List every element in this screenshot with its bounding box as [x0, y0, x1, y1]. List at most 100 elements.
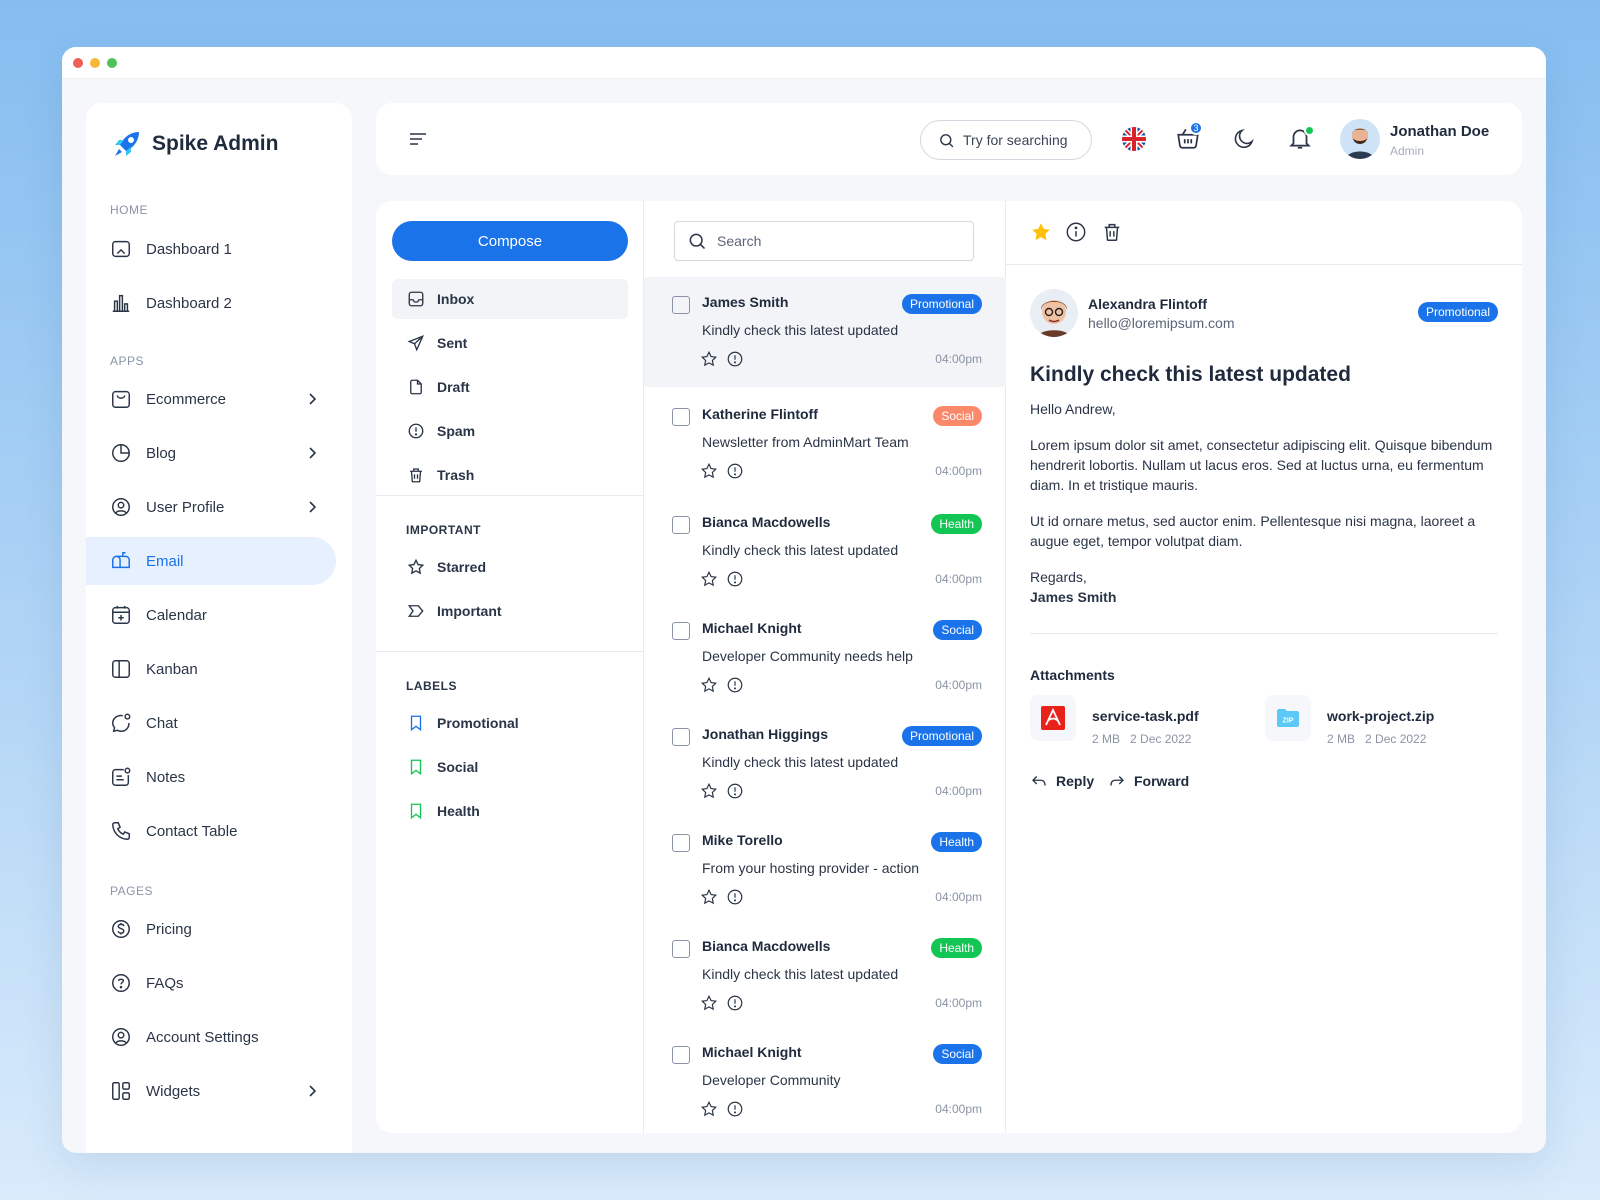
attachment-pdf[interactable] [1030, 695, 1076, 741]
sidebar-item-user-profile[interactable]: User Profile [86, 483, 336, 531]
mail-sender: Bianca Macdowells [702, 514, 831, 530]
sidebar-item-chat[interactable]: Chat [86, 699, 336, 747]
mail-time: 04:00pm [935, 572, 982, 586]
alert-icon[interactable] [726, 676, 744, 694]
uk-flag-icon[interactable] [1121, 126, 1147, 152]
mail-checkbox[interactable] [672, 940, 690, 958]
star-icon[interactable] [700, 462, 718, 480]
email-signature: James Smith [1030, 589, 1117, 605]
bookmark-icon [410, 759, 422, 776]
mail-list-item[interactable]: Jonathan Higgings Promotional Kindly che… [644, 709, 1006, 815]
folder-inbox[interactable]: Inbox [392, 279, 628, 319]
sidebar-item-ecommerce[interactable]: Ecommerce [86, 375, 336, 423]
mail-checkbox[interactable] [672, 516, 690, 534]
alert-icon[interactable] [726, 570, 744, 588]
sidebar-item-blog[interactable]: Blog [86, 429, 336, 477]
alert-icon[interactable] [726, 888, 744, 906]
sidebar-item-kanban[interactable]: Kanban [86, 645, 336, 693]
sidebar-item-faqs[interactable]: FAQs [86, 959, 336, 1007]
attachment-name[interactable]: service-task.pdf [1092, 708, 1199, 724]
mail-list-item[interactable]: Katherine Flintoff Social Newsletter fro… [644, 389, 1006, 495]
attachment-meta: 2 MB 2 Dec 2022 [1092, 732, 1192, 746]
detail-toolbar [1006, 201, 1522, 265]
sidebar-item-dashboard-1[interactable]: Dashboard 1 [86, 225, 336, 273]
cart-button[interactable]: 3 [1175, 121, 1205, 155]
mail-list-item[interactable]: Bianca Macdowells Health Kindly check th… [644, 921, 1006, 1027]
sidebar-item-pricing[interactable]: Pricing [86, 905, 336, 953]
mail-tag: Social [933, 1044, 982, 1064]
folder-starred[interactable]: Starred [392, 547, 628, 587]
alert-icon[interactable] [726, 1100, 744, 1118]
alert-icon[interactable] [726, 994, 744, 1012]
attachment-name[interactable]: work-project.zip [1327, 708, 1434, 724]
mail-list-item[interactable]: James Smith Promotional Kindly check thi… [644, 277, 1006, 387]
alert-icon[interactable] [726, 782, 744, 800]
sender-email[interactable]: hello@loremipsum.com [1088, 315, 1234, 331]
star-icon[interactable] [700, 994, 718, 1012]
mail-list-item[interactable]: Bianca Macdowells Health Kindly check th… [644, 497, 1006, 603]
folder-important[interactable]: Important [392, 591, 628, 631]
trash-icon[interactable] [1101, 221, 1123, 243]
window-titlebar [62, 47, 1546, 79]
mail-subject: Kindly check this latest updated [702, 322, 899, 338]
sidebar-item-notes[interactable]: Notes [86, 753, 336, 801]
folder-trash[interactable]: Trash [392, 455, 628, 495]
mail-checkbox[interactable] [672, 622, 690, 640]
reply-button[interactable]: Reply [1030, 772, 1094, 790]
alert-icon[interactable] [726, 350, 744, 368]
sidebar-item-calendar[interactable]: Calendar [86, 591, 336, 639]
star-icon[interactable] [700, 676, 718, 694]
info-icon[interactable] [1065, 221, 1087, 243]
menu-toggle-icon[interactable] [408, 130, 428, 148]
star-icon[interactable] [700, 888, 718, 906]
folder-label: Draft [437, 379, 470, 395]
mail-checkbox[interactable] [672, 728, 690, 746]
mail-tag: Promotional [901, 726, 982, 746]
moon-icon[interactable] [1232, 127, 1256, 151]
svg-text:ZIP: ZIP [1283, 718, 1294, 725]
logo[interactable]: Spike Admin [112, 129, 278, 159]
label-health[interactable]: Health [392, 791, 628, 831]
sidebar-item-dashboard-2[interactable]: Dashboard 2 [86, 279, 336, 327]
notifications-button[interactable] [1287, 125, 1317, 155]
compose-button[interactable]: Compose [392, 221, 628, 261]
cart-count-badge: 3 [1189, 121, 1203, 135]
star-icon[interactable] [700, 350, 718, 368]
folder-spam[interactable]: Spam [392, 411, 628, 451]
mail-search-input[interactable]: Search [674, 221, 974, 261]
mail-checkbox[interactable] [672, 834, 690, 852]
folder-sent[interactable]: Sent [392, 323, 628, 363]
close-dot[interactable] [73, 57, 83, 68]
app-name: Spike Admin [152, 132, 279, 155]
forward-button[interactable]: Forward [1108, 772, 1189, 790]
attachment-zip[interactable]: ZIP [1265, 695, 1311, 741]
maximize-dot[interactable] [107, 57, 117, 68]
star-icon[interactable] [700, 1100, 718, 1118]
widgets-icon [112, 1082, 130, 1100]
label-social[interactable]: Social [392, 747, 628, 787]
minimize-dot[interactable] [90, 57, 100, 68]
sidebar-item-account-settings[interactable]: Account Settings [86, 1013, 336, 1061]
question-icon [112, 974, 130, 992]
sender-avatar-icon [1038, 300, 1070, 337]
mail-list-item[interactable]: Michael Knight Social Developer Communit… [644, 603, 1006, 709]
mail-checkbox[interactable] [672, 1046, 690, 1064]
chevron-right-icon [309, 447, 317, 459]
avatar[interactable] [1340, 119, 1380, 159]
sidebar-item-email[interactable]: Email [86, 537, 336, 585]
sidebar-item-widgets[interactable]: Widgets [86, 1067, 336, 1115]
mail-list-item[interactable]: Michael Knight Social Developer Communit… [644, 1027, 1006, 1133]
sidebar-item-contact-table[interactable]: Contact Table [86, 807, 336, 855]
star-icon[interactable] [700, 570, 718, 588]
star-icon[interactable] [700, 782, 718, 800]
folder-draft[interactable]: Draft [392, 367, 628, 407]
mail-checkbox[interactable] [672, 296, 690, 314]
mail-list-item[interactable]: Mike Torello Health From your hosting pr… [644, 815, 1006, 921]
search-icon [689, 233, 706, 250]
global-search[interactable]: Try for searching [920, 120, 1092, 160]
alert-icon[interactable] [726, 462, 744, 480]
label-promotional[interactable]: Promotional [392, 703, 628, 743]
star-filled-icon[interactable] [1030, 221, 1052, 243]
mail-checkbox[interactable] [672, 408, 690, 426]
bookmark-icon [410, 803, 422, 820]
